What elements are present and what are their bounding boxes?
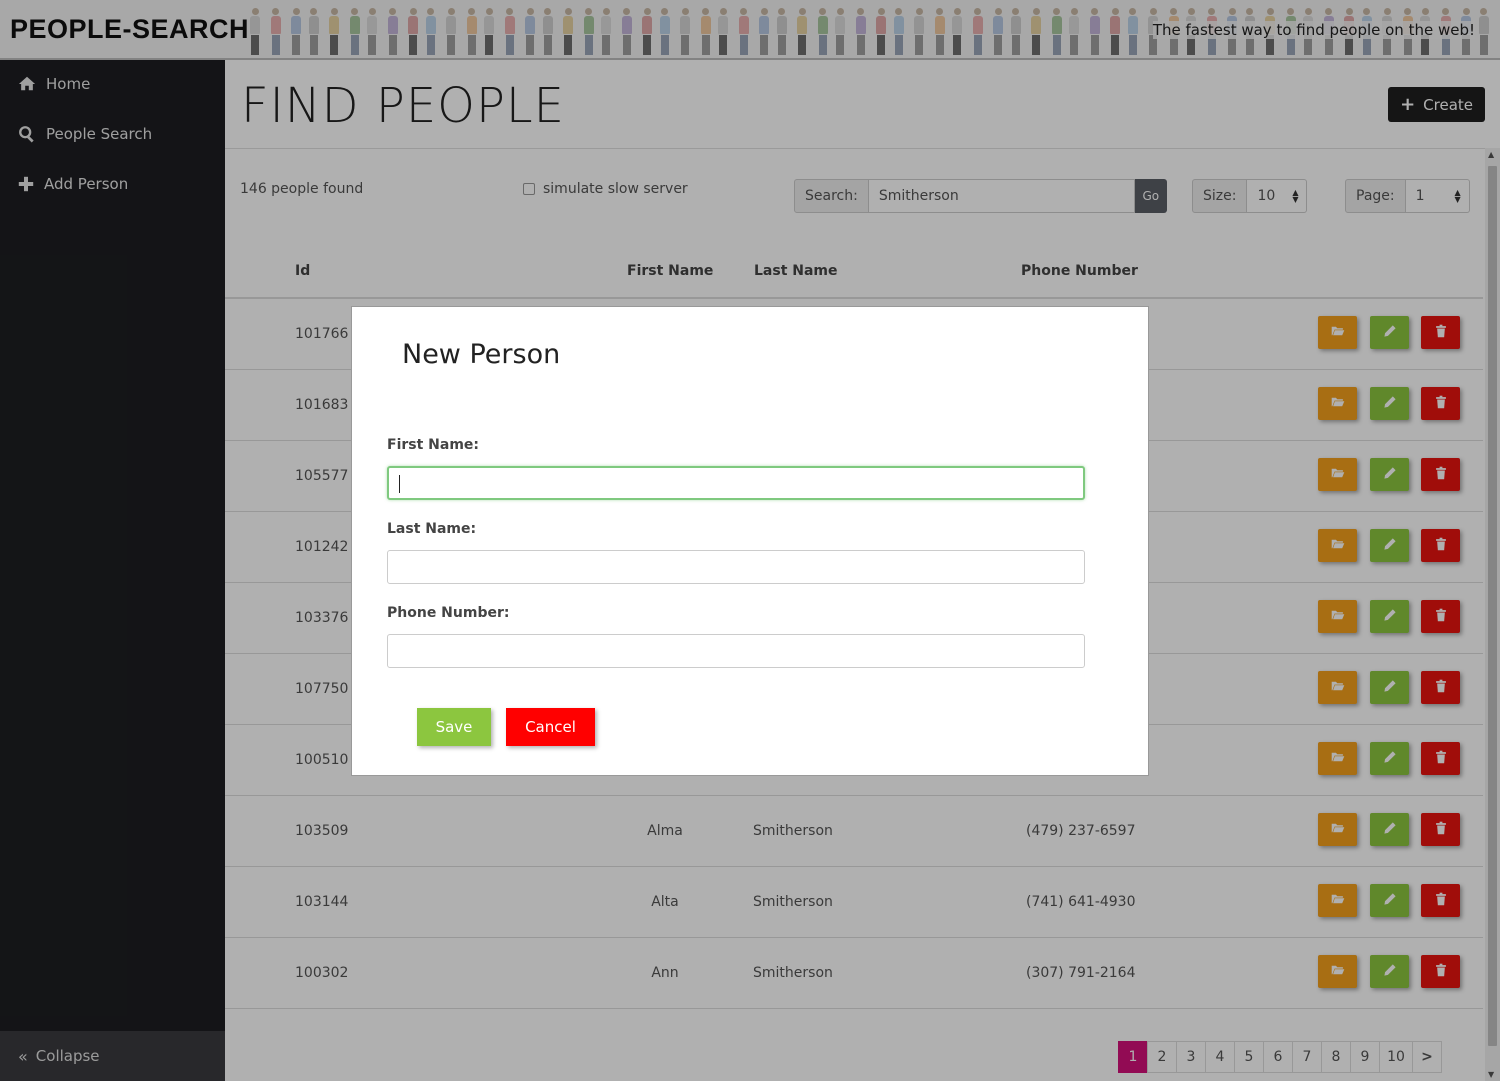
first-name-field[interactable] <box>387 466 1085 500</box>
text-caret <box>399 475 400 493</box>
cancel-button[interactable]: Cancel <box>506 708 595 746</box>
phone-number-field[interactable] <box>387 634 1085 668</box>
new-person-dialog: New Person First Name: Last Name: Phone … <box>351 306 1149 776</box>
last-name-field[interactable] <box>387 550 1085 584</box>
dialog-title: New Person <box>402 339 561 370</box>
save-button[interactable]: Save <box>417 708 491 746</box>
phone-number-label: Phone Number: <box>387 605 510 621</box>
last-name-label: Last Name: <box>387 521 477 537</box>
first-name-label: First Name: <box>387 437 480 453</box>
